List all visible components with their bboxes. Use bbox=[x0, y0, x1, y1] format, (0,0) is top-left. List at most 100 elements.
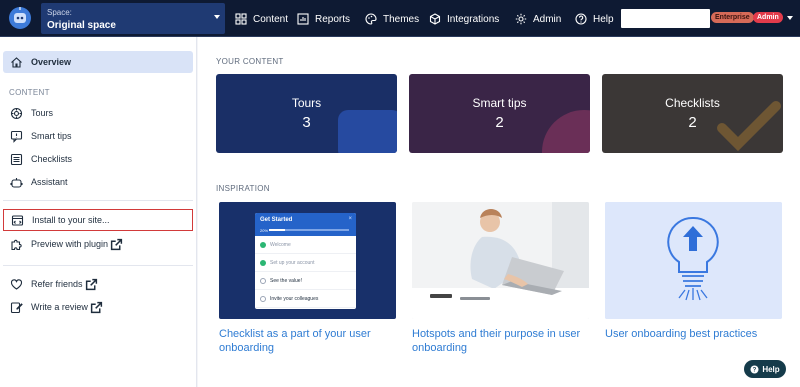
sidebar-item-checklists[interactable]: Checklists bbox=[3, 148, 193, 170]
sidebar-item-tours[interactable]: Tours bbox=[3, 102, 193, 124]
sidebar: Overview CONTENT Tours Smart tips Checkl… bbox=[0, 37, 197, 387]
app-logo-icon[interactable] bbox=[7, 4, 33, 32]
puzzle-plugin-icon bbox=[11, 239, 22, 250]
sidebar-item-write-review[interactable]: Write a review bbox=[3, 296, 193, 318]
checklist-item: See the value! bbox=[255, 272, 356, 290]
checklist-item-label: Welcome bbox=[270, 241, 291, 248]
checklist-item-label: Set up your account bbox=[270, 259, 315, 266]
chevron-down-icon bbox=[214, 15, 220, 19]
checklist-item: Invite your colleagues bbox=[255, 290, 356, 308]
sidebar-item-label: Write a review bbox=[31, 301, 103, 314]
checklist-widget-header: Get Started × 20% bbox=[255, 213, 356, 236]
checklist-article-link[interactable]: Checklist as a part of your user onboard… bbox=[219, 327, 397, 355]
card-count: 3 bbox=[302, 114, 311, 131]
help-widget-button[interactable]: ? Help bbox=[744, 360, 786, 378]
nav-content[interactable]: Content bbox=[235, 10, 288, 28]
empty-circle-icon bbox=[260, 295, 266, 302]
divider bbox=[3, 200, 193, 201]
nav-reports-label: Reports bbox=[315, 13, 351, 25]
help-widget-label: Help bbox=[762, 364, 780, 374]
nav-themes[interactable]: Themes bbox=[365, 10, 419, 28]
progress-track bbox=[269, 229, 349, 231]
sidebar-item-overview[interactable]: Overview bbox=[3, 51, 193, 73]
external-link-icon bbox=[85, 278, 97, 290]
cube-icon bbox=[429, 13, 441, 25]
close-icon: × bbox=[348, 216, 352, 222]
checklist-widget-preview: Get Started × 20% Welcome Set up your acc… bbox=[255, 213, 356, 309]
space-selector-label: Space: bbox=[47, 8, 72, 17]
checklist-widget-title: Get Started bbox=[260, 217, 293, 223]
assistant-icon bbox=[10, 177, 23, 188]
sidebar-item-refer-friends[interactable]: Refer friends bbox=[3, 273, 193, 295]
palette-icon bbox=[365, 13, 377, 25]
nav-reports[interactable]: Reports bbox=[297, 10, 350, 28]
card-label: Checklists bbox=[665, 96, 720, 110]
main-content: YOUR CONTENT Tours 3 Smart tips 2 Checkl… bbox=[198, 37, 800, 387]
best-practices-article-link[interactable]: User onboarding best practices bbox=[605, 327, 783, 341]
your-content-heading: YOUR CONTENT bbox=[216, 57, 284, 66]
user-menu-chevron-icon[interactable] bbox=[787, 16, 793, 20]
nav-admin-label: Admin bbox=[533, 13, 562, 25]
sidebar-item-label: Refer friends bbox=[31, 278, 98, 291]
checklists-card[interactable]: Checklists 2 bbox=[602, 74, 783, 153]
top-navigation-bar: Space: Original space Content Reports Th… bbox=[0, 0, 800, 37]
card-label: Tours bbox=[291, 96, 322, 110]
progress-fill bbox=[269, 229, 285, 231]
lightbulb-arrow-illustration bbox=[605, 202, 782, 319]
sidebar-item-label: Preview with plugin bbox=[31, 238, 123, 251]
svg-text:?: ? bbox=[753, 367, 757, 373]
best-practices-article-image[interactable] bbox=[605, 202, 782, 319]
install-code-icon bbox=[11, 214, 24, 226]
check-circle-icon bbox=[260, 259, 266, 266]
tours-icon bbox=[10, 107, 23, 119]
progress-text: 20% bbox=[260, 228, 269, 233]
sidebar-item-label: Smart tips bbox=[31, 131, 72, 141]
enterprise-badge: Enterprise bbox=[711, 12, 754, 23]
woman-laptop-photo bbox=[412, 202, 589, 319]
checklist-item-label: Invite your colleagues bbox=[270, 295, 319, 302]
checklist-item: Set up your account bbox=[255, 254, 356, 272]
nav-admin[interactable]: Admin bbox=[515, 10, 561, 28]
hotspots-article-image[interactable] bbox=[412, 202, 589, 319]
help-icon bbox=[575, 13, 587, 25]
check-circle-icon bbox=[260, 241, 266, 248]
edit-review-icon bbox=[10, 301, 23, 313]
nav-integrations[interactable]: Integrations bbox=[429, 10, 499, 28]
sidebar-item-label: Checklists bbox=[31, 154, 73, 164]
checklist-items: Welcome Set up your account See the value!… bbox=[255, 236, 356, 308]
checklist-item-label: See the value! bbox=[270, 277, 302, 284]
search-input[interactable] bbox=[621, 9, 710, 28]
inspiration-heading: INSPIRATION bbox=[216, 184, 270, 193]
reports-icon bbox=[297, 13, 309, 25]
sidebar-item-preview[interactable]: Preview with plugin bbox=[3, 233, 193, 255]
review-label: Write a review bbox=[31, 301, 88, 312]
nav-help[interactable]: Help bbox=[575, 10, 614, 28]
sidebar-content-heading: CONTENT bbox=[9, 88, 50, 97]
sidebar-item-label: Install to your site... bbox=[32, 215, 110, 225]
nav-help-label: Help bbox=[593, 13, 614, 25]
smart-tip-icon bbox=[10, 130, 23, 143]
sidebar-item-smart-tips[interactable]: Smart tips bbox=[3, 125, 193, 147]
external-link-icon bbox=[90, 301, 102, 313]
hotspots-article-link[interactable]: Hotspots and their purpose in user onboa… bbox=[412, 327, 590, 355]
grid-icon bbox=[235, 13, 247, 25]
sidebar-item-assistant[interactable]: Assistant bbox=[3, 171, 193, 193]
preview-label: Preview with plugin bbox=[31, 238, 109, 249]
checklist-item: Welcome bbox=[255, 236, 356, 254]
smart-tips-card[interactable]: Smart tips 2 bbox=[409, 74, 590, 153]
heart-icon bbox=[10, 278, 23, 290]
tours-card[interactable]: Tours 3 bbox=[216, 74, 397, 153]
sidebar-item-install[interactable]: Install to your site... bbox=[3, 209, 193, 231]
checklist-article-image[interactable]: Get Started × 20% Welcome Set up your acc… bbox=[219, 202, 396, 319]
refer-label: Refer friends bbox=[31, 278, 83, 289]
sidebar-item-label: Overview bbox=[31, 57, 72, 67]
card-count: 2 bbox=[688, 114, 697, 131]
gear-icon bbox=[515, 13, 527, 25]
nav-integrations-label: Integrations bbox=[447, 13, 500, 25]
help-circle-icon: ? bbox=[750, 365, 759, 373]
sidebar-item-label: Assistant bbox=[31, 177, 68, 187]
home-icon bbox=[11, 56, 22, 68]
space-selector[interactable]: Space: Original space bbox=[41, 3, 225, 34]
checklist-icon bbox=[10, 153, 23, 165]
space-selector-value: Original space bbox=[47, 20, 116, 31]
